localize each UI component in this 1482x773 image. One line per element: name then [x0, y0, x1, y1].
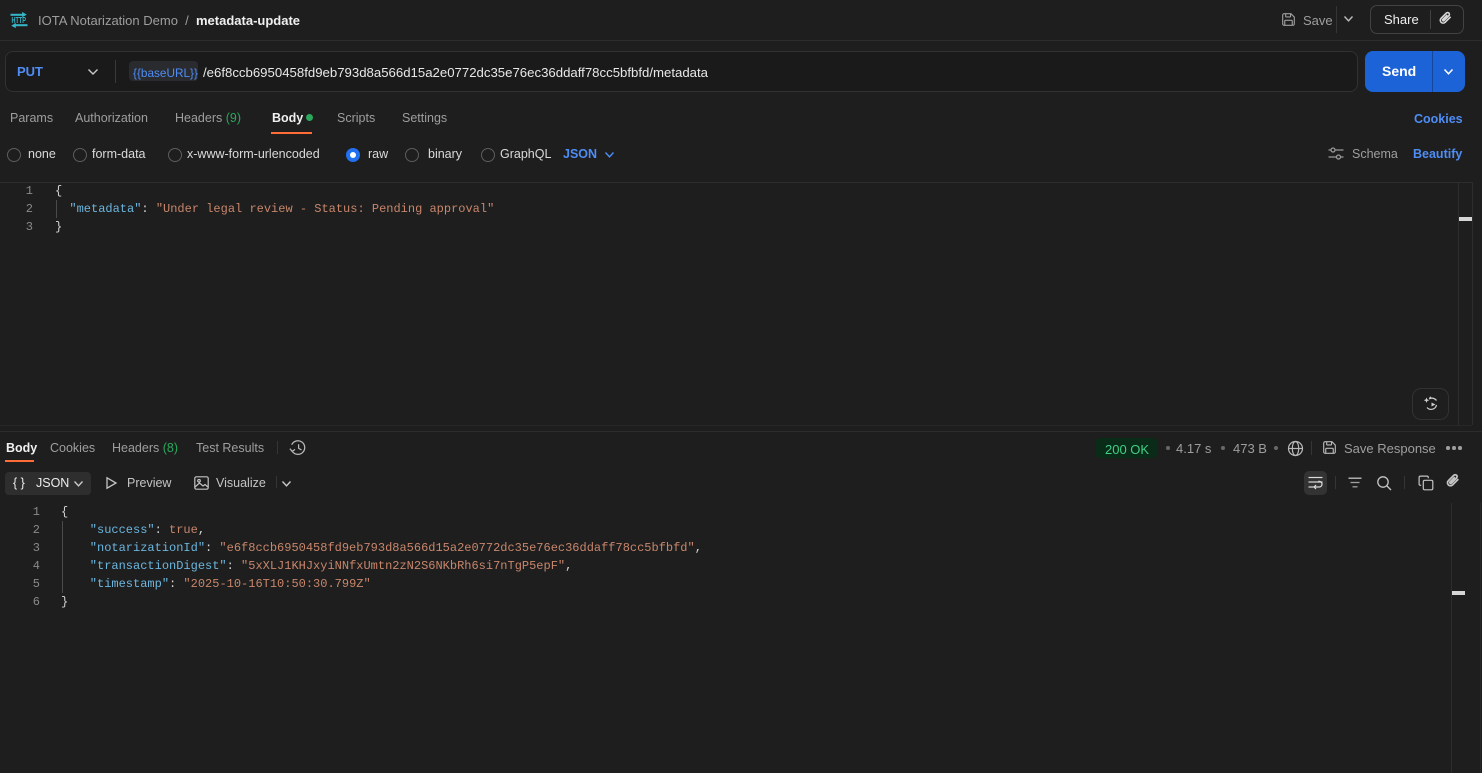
svg-text:HTTP: HTTP: [11, 16, 26, 25]
